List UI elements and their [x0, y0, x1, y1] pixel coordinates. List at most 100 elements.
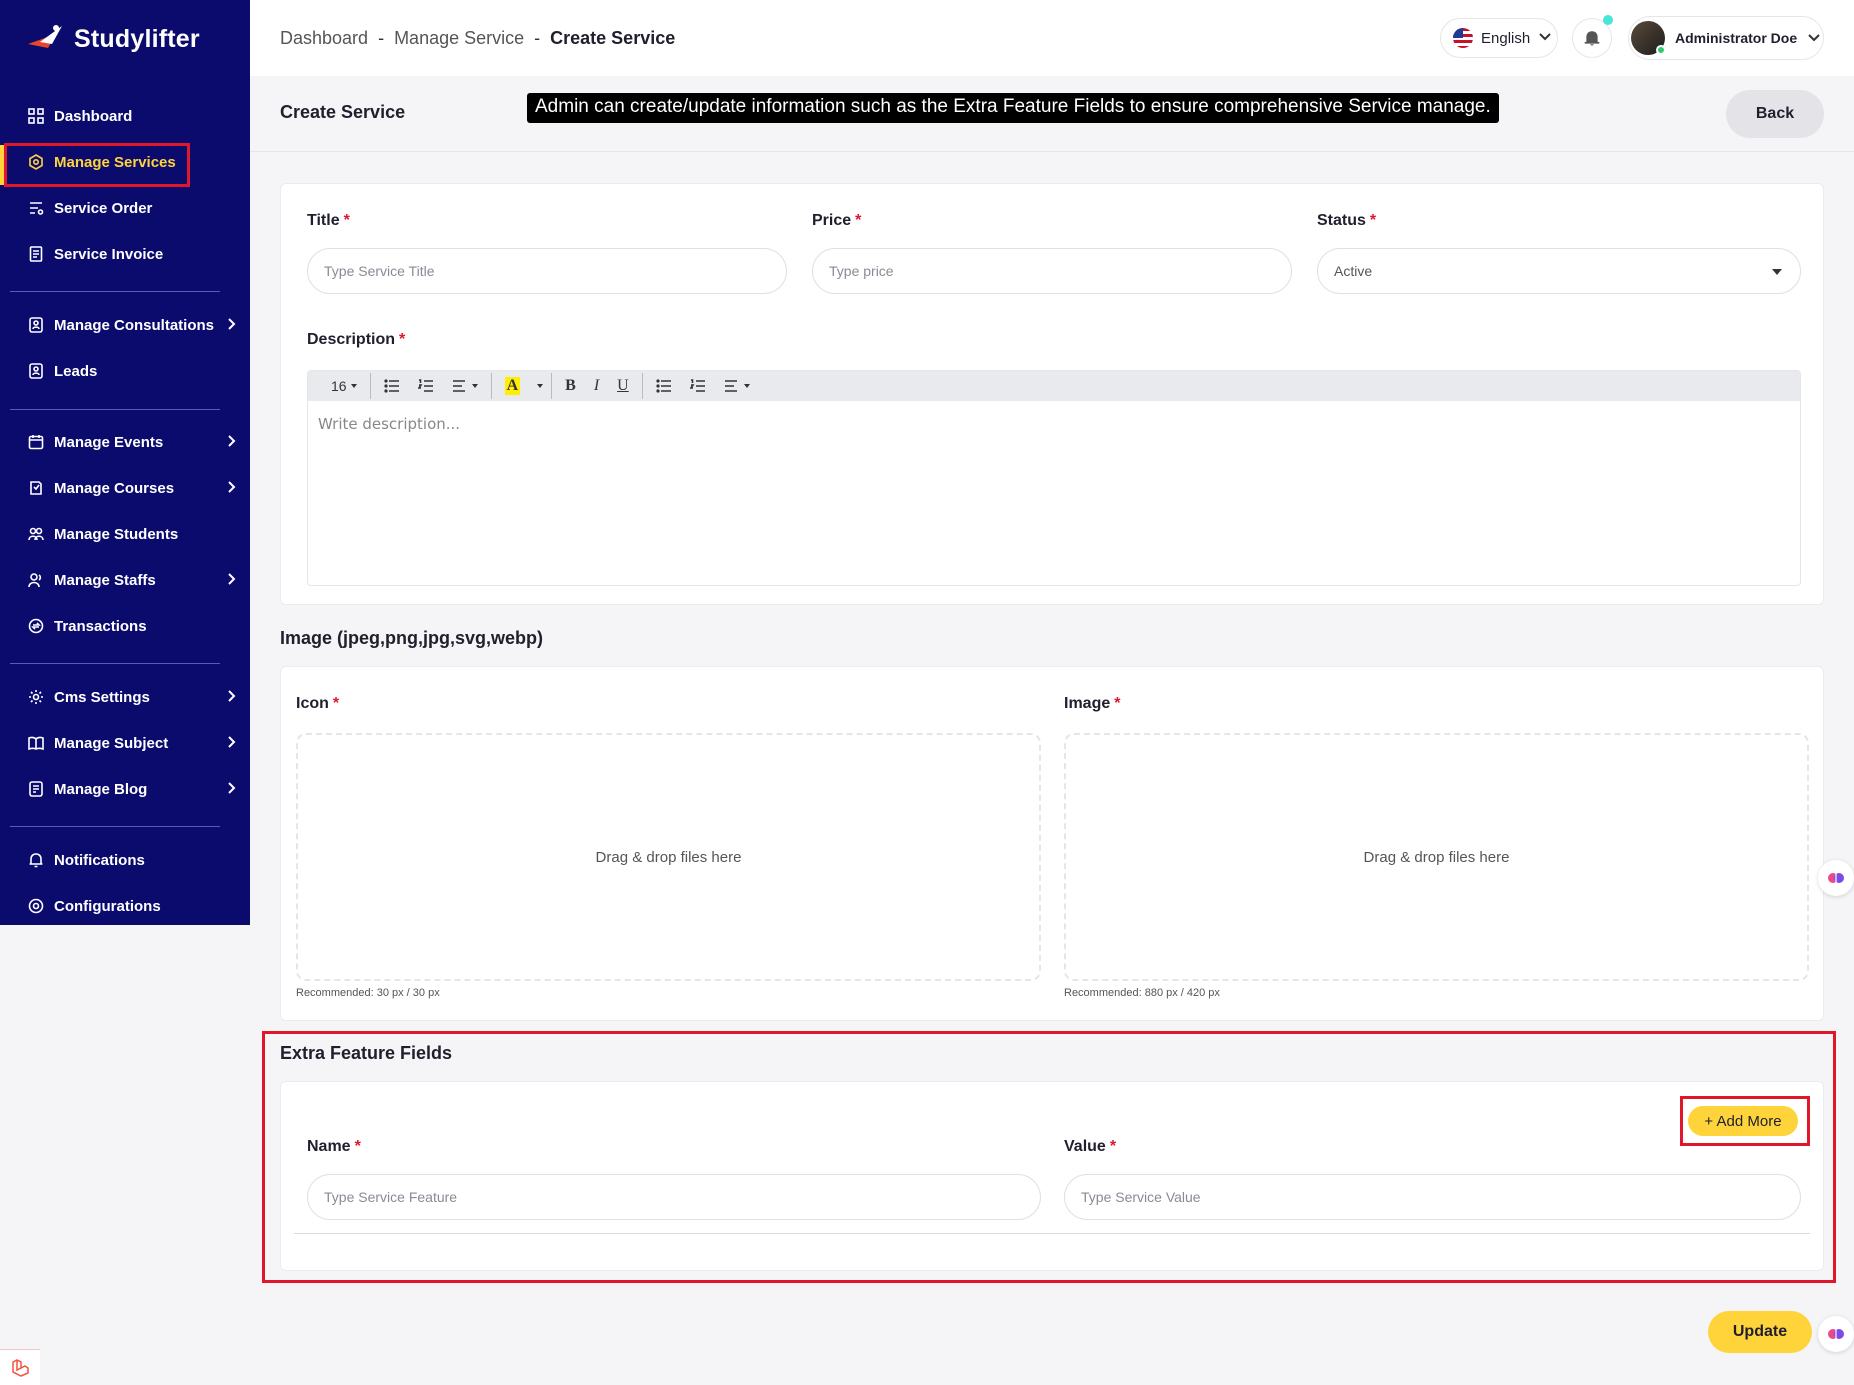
- page-title: Create Service: [280, 102, 406, 122]
- status-value: Active: [1334, 263, 1373, 279]
- paragraph-align-icon[interactable]: [715, 371, 759, 401]
- sidebar-item-manage-consultations[interactable]: Manage Consultations: [10, 305, 240, 345]
- bell-icon: [28, 852, 44, 868]
- breadcrumb-current: Create Service: [550, 28, 676, 48]
- sidebar-item-label: Dashboard: [54, 107, 133, 125]
- sidebar-item-label: Manage Consultations: [54, 316, 215, 334]
- online-status-dot: [1656, 45, 1666, 55]
- language-selector[interactable]: English: [1440, 18, 1558, 58]
- underline-icon[interactable]: U: [608, 371, 638, 401]
- laravel-icon: [12, 1358, 29, 1377]
- sidebar-divider: [10, 409, 220, 410]
- image-upload-card: Icon * Drag & drop files here Recommended…: [280, 666, 1824, 1021]
- brand-logo[interactable]: Studylifter: [26, 22, 200, 56]
- us-flag-icon: [1453, 28, 1473, 48]
- transactions-icon: [28, 618, 44, 634]
- list-filter-icon: [28, 200, 44, 216]
- description-label: Description *: [307, 331, 406, 348]
- user-menu[interactable]: Administrator Doe: [1628, 16, 1824, 60]
- language-label: English: [1481, 29, 1531, 47]
- brain-icon: [1828, 1329, 1844, 1339]
- breadcrumb: Dashboard - Manage Service - Create Serv…: [280, 28, 675, 49]
- sidebar-item-manage-blog[interactable]: Manage Blog: [10, 769, 240, 809]
- sidebar-divider: [10, 663, 220, 664]
- status-select[interactable]: Active: [1317, 248, 1801, 294]
- grid-icon: [28, 108, 44, 124]
- sidebar-item-label: Manage Blog: [54, 780, 148, 798]
- bell-icon: [1584, 31, 1600, 46]
- title-input[interactable]: [307, 248, 787, 294]
- font-size-select[interactable]: 16: [322, 371, 366, 401]
- ai-assistant-button[interactable]: [1818, 1316, 1854, 1352]
- sidebar-item-manage-subject[interactable]: Manage Subject: [10, 723, 240, 763]
- description-textarea[interactable]: Write description...: [308, 401, 1800, 447]
- notification-button[interactable]: [1572, 15, 1613, 58]
- back-button[interactable]: Back: [1726, 90, 1824, 138]
- sidebar-item-dashboard[interactable]: Dashboard: [10, 96, 240, 136]
- bullet-list-icon[interactable]: [375, 371, 409, 401]
- numbered-list-icon[interactable]: [409, 371, 443, 401]
- service-info-card: Title* Price* Status* Active Description…: [280, 183, 1824, 605]
- image-section-title: Image (jpeg,png,jpg,svg,webp): [280, 628, 544, 648]
- logo-icon: [28, 25, 62, 48]
- sidebar-item-manage-courses[interactable]: Manage Courses: [10, 468, 240, 508]
- leads-icon: [28, 363, 44, 379]
- chevron-right-icon: [224, 572, 238, 586]
- numbered-list-icon[interactable]: [681, 371, 715, 401]
- sidebar-item-manage-events[interactable]: Manage Events: [10, 422, 240, 462]
- dropzone-text: Drag & drop files here: [595, 848, 742, 866]
- bullet-list-icon[interactable]: [647, 371, 681, 401]
- brain-icon: [1828, 873, 1844, 883]
- italic-icon[interactable]: I: [585, 371, 608, 401]
- sidebar-item-label: Service Invoice: [54, 245, 164, 263]
- sidebar-item-label: Manage Students: [54, 525, 179, 543]
- bold-icon[interactable]: B: [556, 371, 585, 401]
- sidebar-item-service-order[interactable]: Service Order: [10, 188, 240, 228]
- status-label: Status *: [1317, 212, 1377, 229]
- highlight-color-icon[interactable]: A: [496, 371, 530, 401]
- icon-size-hint: Recommended: 30 px / 30 px: [296, 987, 440, 999]
- icon-dropzone[interactable]: Drag & drop files here: [296, 733, 1041, 981]
- sidebar-item-notifications[interactable]: Notifications: [10, 840, 240, 880]
- sidebar-divider: [10, 826, 220, 827]
- breadcrumb-manage-service[interactable]: Manage Service: [394, 28, 524, 49]
- info-tooltip: Admin can create/update information such…: [527, 93, 1499, 123]
- icon-label: Icon *: [296, 695, 340, 712]
- price-input[interactable]: [812, 248, 1292, 294]
- students-icon: [28, 526, 44, 542]
- user-name: Administrator Doe: [1675, 30, 1798, 46]
- sidebar-item-label: Manage Subject: [54, 734, 169, 752]
- title-label: Title *: [307, 212, 350, 229]
- sidebar-item-label: Manage Courses: [54, 479, 175, 497]
- sidebar-item-cms-settings[interactable]: Cms Settings: [10, 677, 240, 717]
- sidebar-item-leads[interactable]: Leads: [10, 351, 240, 391]
- update-button[interactable]: Update: [1708, 1311, 1812, 1353]
- cms-icon: [28, 689, 44, 705]
- invoice-icon: [28, 246, 44, 262]
- sidebar-item-configurations[interactable]: Configurations: [10, 886, 240, 926]
- course-icon: [28, 480, 44, 496]
- description-editor: 16 A B I U Write description...: [307, 370, 1801, 586]
- sidebar-item-label: Transactions: [54, 617, 147, 635]
- ai-assistant-button[interactable]: [1818, 860, 1854, 896]
- debugbar-toggle[interactable]: [0, 1349, 40, 1385]
- caret-down-icon: [1772, 269, 1782, 275]
- staff-icon: [28, 572, 44, 588]
- chevron-right-icon: [224, 434, 238, 448]
- align-icon[interactable]: [443, 371, 487, 401]
- breadcrumb-separator: -: [534, 28, 541, 48]
- sidebar-item-label: Cms Settings: [54, 688, 150, 706]
- notification-dot: [1603, 15, 1613, 25]
- consultation-icon: [28, 317, 44, 333]
- page-title-bar: Create Service Admin can create/update i…: [250, 76, 1854, 152]
- calendar-icon: [28, 434, 44, 450]
- image-dropzone[interactable]: Drag & drop files here: [1064, 733, 1809, 981]
- chevron-right-icon: [224, 317, 238, 331]
- highlight-color-dropdown[interactable]: [529, 371, 547, 401]
- breadcrumb-dashboard[interactable]: Dashboard: [280, 28, 368, 49]
- sidebar-item-service-invoice[interactable]: Service Invoice: [10, 234, 240, 274]
- sidebar-item-transactions[interactable]: Transactions: [10, 606, 240, 646]
- chevron-down-icon: [1538, 29, 1552, 47]
- sidebar-item-manage-students[interactable]: Manage Students: [10, 514, 240, 554]
- sidebar-item-manage-staffs[interactable]: Manage Staffs: [10, 560, 240, 600]
